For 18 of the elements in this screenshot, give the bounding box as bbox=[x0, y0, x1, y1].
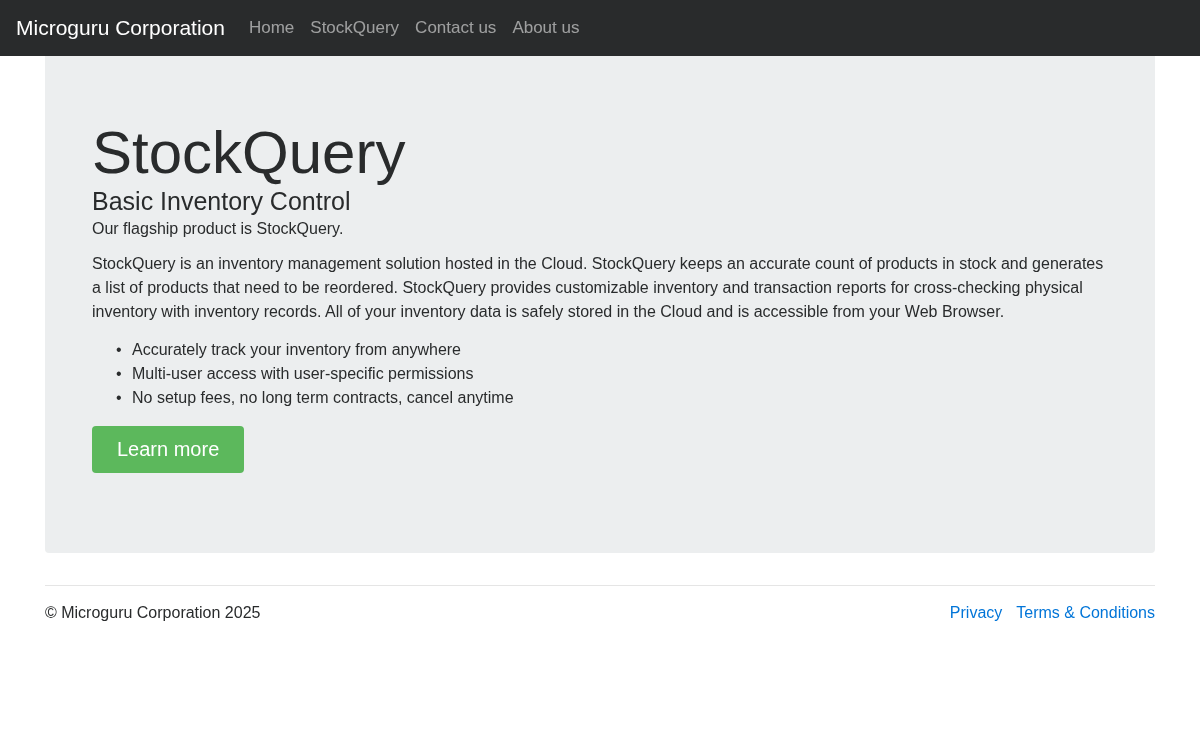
nav-link[interactable]: StockQuery bbox=[302, 18, 408, 38]
lead-text: Our flagship product is StockQuery. bbox=[92, 220, 345, 238]
brand-link[interactable]: Microguru Corporation bbox=[16, 16, 225, 40]
hero-title: StockQuery bbox=[92, 118, 407, 187]
feature-item: Accurately track your inventory from anywhere bbox=[132, 340, 461, 360]
hero-subtitle: Basic Inventory Control bbox=[92, 187, 352, 216]
footer-link[interactable]: Privacy bbox=[949, 604, 1003, 622]
bullet-mark: • bbox=[116, 364, 123, 384]
copyright-text: © Microguru Corporation 2025 bbox=[45, 604, 261, 622]
nav-link[interactable]: About us bbox=[504, 18, 588, 38]
footer-link[interactable]: Terms & Conditions bbox=[1016, 604, 1155, 622]
bullet-mark: • bbox=[116, 340, 123, 360]
nav-link[interactable]: Home bbox=[240, 18, 303, 38]
bullet-mark: • bbox=[116, 388, 123, 408]
description-paragraph: StockQuery is an inventory management solution hosted in the Cloud. StockQuery keeps an accurate count of products in stock and generates a list of products that need to be reordered. StockQuery provides customizable inventory and transaction reports for cross-checking physical inventory with inventory records. All of your inventory data is safely stored in the Cloud and is accessible from your Web Browser. bbox=[92, 254, 1105, 322]
nav-link[interactable]: Contact us bbox=[407, 18, 505, 38]
feature-item: No setup fees, no long term contracts, cancel anytime bbox=[132, 388, 514, 408]
feature-item: Multi-user access with user-specific permissions bbox=[132, 364, 474, 384]
